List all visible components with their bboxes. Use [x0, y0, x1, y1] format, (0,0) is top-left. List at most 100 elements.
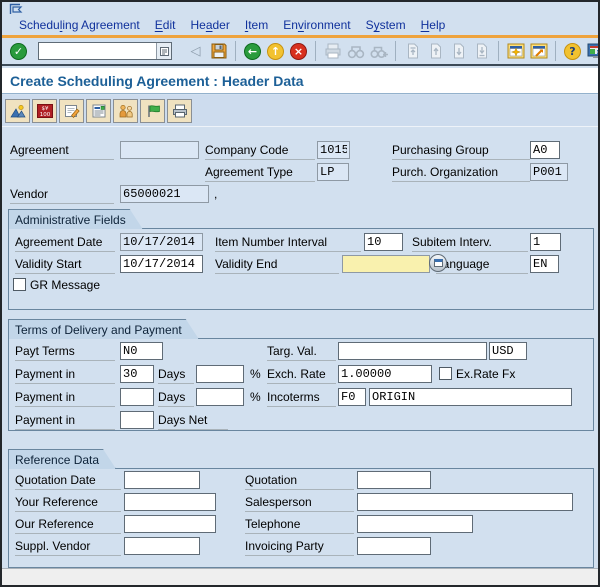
ex-rate-fx-checkbox[interactable] [439, 367, 452, 380]
status-bar [2, 568, 598, 585]
gr-message-checkbox[interactable] [13, 278, 26, 291]
percent-1-field[interactable] [196, 365, 244, 383]
agreement-label: Agreement [10, 143, 114, 160]
agreement-date-field[interactable] [120, 233, 203, 251]
memo-button[interactable] [59, 99, 84, 123]
sap-window: Scheduling Agreement Edit Header Item En… [0, 0, 600, 587]
next-page-button[interactable] [447, 40, 470, 62]
our-reference-field[interactable] [124, 515, 216, 533]
overview-button[interactable] [5, 99, 30, 123]
command-field-wrap [38, 42, 172, 60]
item-number-interval-field[interactable] [364, 233, 403, 251]
standard-toolbar: ✓ ◁ ← ↑ [2, 38, 598, 66]
toolbar-separator [235, 41, 236, 61]
exch-rate-label: Exch. Rate [267, 367, 336, 384]
save-button[interactable] [207, 40, 230, 62]
invoicing-party-field[interactable] [357, 537, 431, 555]
language-field[interactable] [530, 255, 559, 273]
validity-start-field[interactable] [120, 255, 203, 273]
admin-fields-tab: Administrative Fields [8, 209, 143, 229]
title-bar: Create Scheduling Agreement : Header Dat… [2, 68, 598, 94]
print-button[interactable] [321, 40, 344, 62]
first-page-button[interactable] [401, 40, 424, 62]
text-document-icon [91, 104, 107, 118]
suppl-vendor-field[interactable] [124, 537, 200, 555]
cancel-button[interactable]: × [287, 40, 310, 62]
create-shortcut-button[interactable] [527, 40, 550, 62]
previous-page-button[interactable] [424, 40, 447, 62]
next-page-icon [452, 43, 466, 59]
command-field[interactable] [39, 43, 156, 59]
your-reference-label: Your Reference [15, 495, 121, 512]
enter-button[interactable]: ✓ [7, 40, 30, 62]
matchcode-button[interactable] [429, 254, 447, 272]
payt-terms-field[interactable] [120, 342, 163, 360]
prices-button[interactable]: $¥ 100 [32, 99, 57, 123]
agreement-type-field[interactable] [317, 163, 349, 181]
find-button[interactable] [344, 40, 367, 62]
payment-in-1-days-field[interactable] [120, 365, 154, 383]
vendor-label: Vendor [10, 187, 114, 204]
menu-header[interactable]: Header [190, 18, 229, 32]
menu-scheduling-agreement[interactable]: Scheduling Agreement [19, 18, 140, 32]
find-next-binoculars-icon [370, 44, 388, 59]
last-page-button[interactable] [470, 40, 493, 62]
menu-edit[interactable]: Edit [155, 18, 176, 32]
incoterms-key-field[interactable] [338, 388, 366, 406]
your-reference-field[interactable] [124, 493, 216, 511]
release-button[interactable] [140, 99, 165, 123]
page-title: Create Scheduling Agreement : Header Dat… [10, 73, 304, 89]
vendor-field[interactable] [120, 185, 209, 203]
quotation-date-field[interactable] [124, 471, 200, 489]
purchasing-group-label: Purchasing Group [392, 143, 530, 160]
percent-1-sign: % [250, 367, 261, 381]
enter-check-icon: ✓ [10, 43, 27, 60]
customize-layout-button[interactable] [584, 40, 600, 62]
exch-rate-field[interactable] [338, 365, 432, 383]
flag-icon [145, 104, 161, 118]
company-code-label: Company Code [205, 143, 315, 160]
subitem-interval-field[interactable] [530, 233, 561, 251]
command-list-icon[interactable] [156, 43, 171, 59]
help-question-icon: ? [564, 43, 581, 60]
menu-item[interactable]: Item [245, 18, 268, 32]
system-menu-icon[interactable] [9, 3, 25, 15]
salesperson-field[interactable] [357, 493, 573, 511]
currency-field[interactable] [489, 342, 527, 360]
validity-start-label: Validity Start [15, 257, 115, 274]
print-preview-button[interactable] [167, 99, 192, 123]
toolbar-separator [555, 41, 556, 61]
payment-in-3-label: Payment in [15, 413, 115, 430]
item-number-interval-label: Item Number Interval [215, 235, 361, 252]
agreement-field[interactable] [120, 141, 199, 159]
find-next-button[interactable] [367, 40, 390, 62]
svg-text:100: 100 [39, 112, 50, 118]
new-session-button[interactable] [504, 40, 527, 62]
agreement-type-label: Agreement Type [205, 165, 315, 182]
help-button[interactable]: ? [561, 40, 584, 62]
menu-help[interactable]: Help [421, 18, 446, 32]
quotation-field[interactable] [357, 471, 431, 489]
back-button[interactable]: ← [241, 40, 264, 62]
telephone-field[interactable] [357, 515, 473, 533]
matchcode-window-icon [434, 259, 443, 267]
company-code-field[interactable] [317, 141, 350, 159]
percent-2-field[interactable] [196, 388, 244, 406]
texts-button[interactable] [86, 99, 111, 123]
invoicing-party-label: Invoicing Party [245, 539, 354, 556]
menu-environment[interactable]: Environment [283, 18, 350, 32]
payment-in-3-days-field[interactable] [120, 411, 154, 429]
purchasing-group-field[interactable] [530, 141, 560, 159]
partners-button[interactable] [113, 99, 138, 123]
exit-button[interactable]: ↑ [264, 40, 287, 62]
find-binoculars-icon [347, 44, 365, 59]
purch-organization-field[interactable] [530, 163, 568, 181]
targ-val-field[interactable] [338, 342, 487, 360]
previous-item-button[interactable]: ◁ [184, 40, 207, 62]
ex-rate-fx-label: Ex.Rate Fx [456, 367, 536, 384]
menu-system[interactable]: System [366, 18, 406, 32]
partners-icon [118, 104, 134, 118]
validity-end-field[interactable] [342, 255, 430, 273]
payment-in-2-days-field[interactable] [120, 388, 154, 406]
incoterms-text-field[interactable] [369, 388, 572, 406]
